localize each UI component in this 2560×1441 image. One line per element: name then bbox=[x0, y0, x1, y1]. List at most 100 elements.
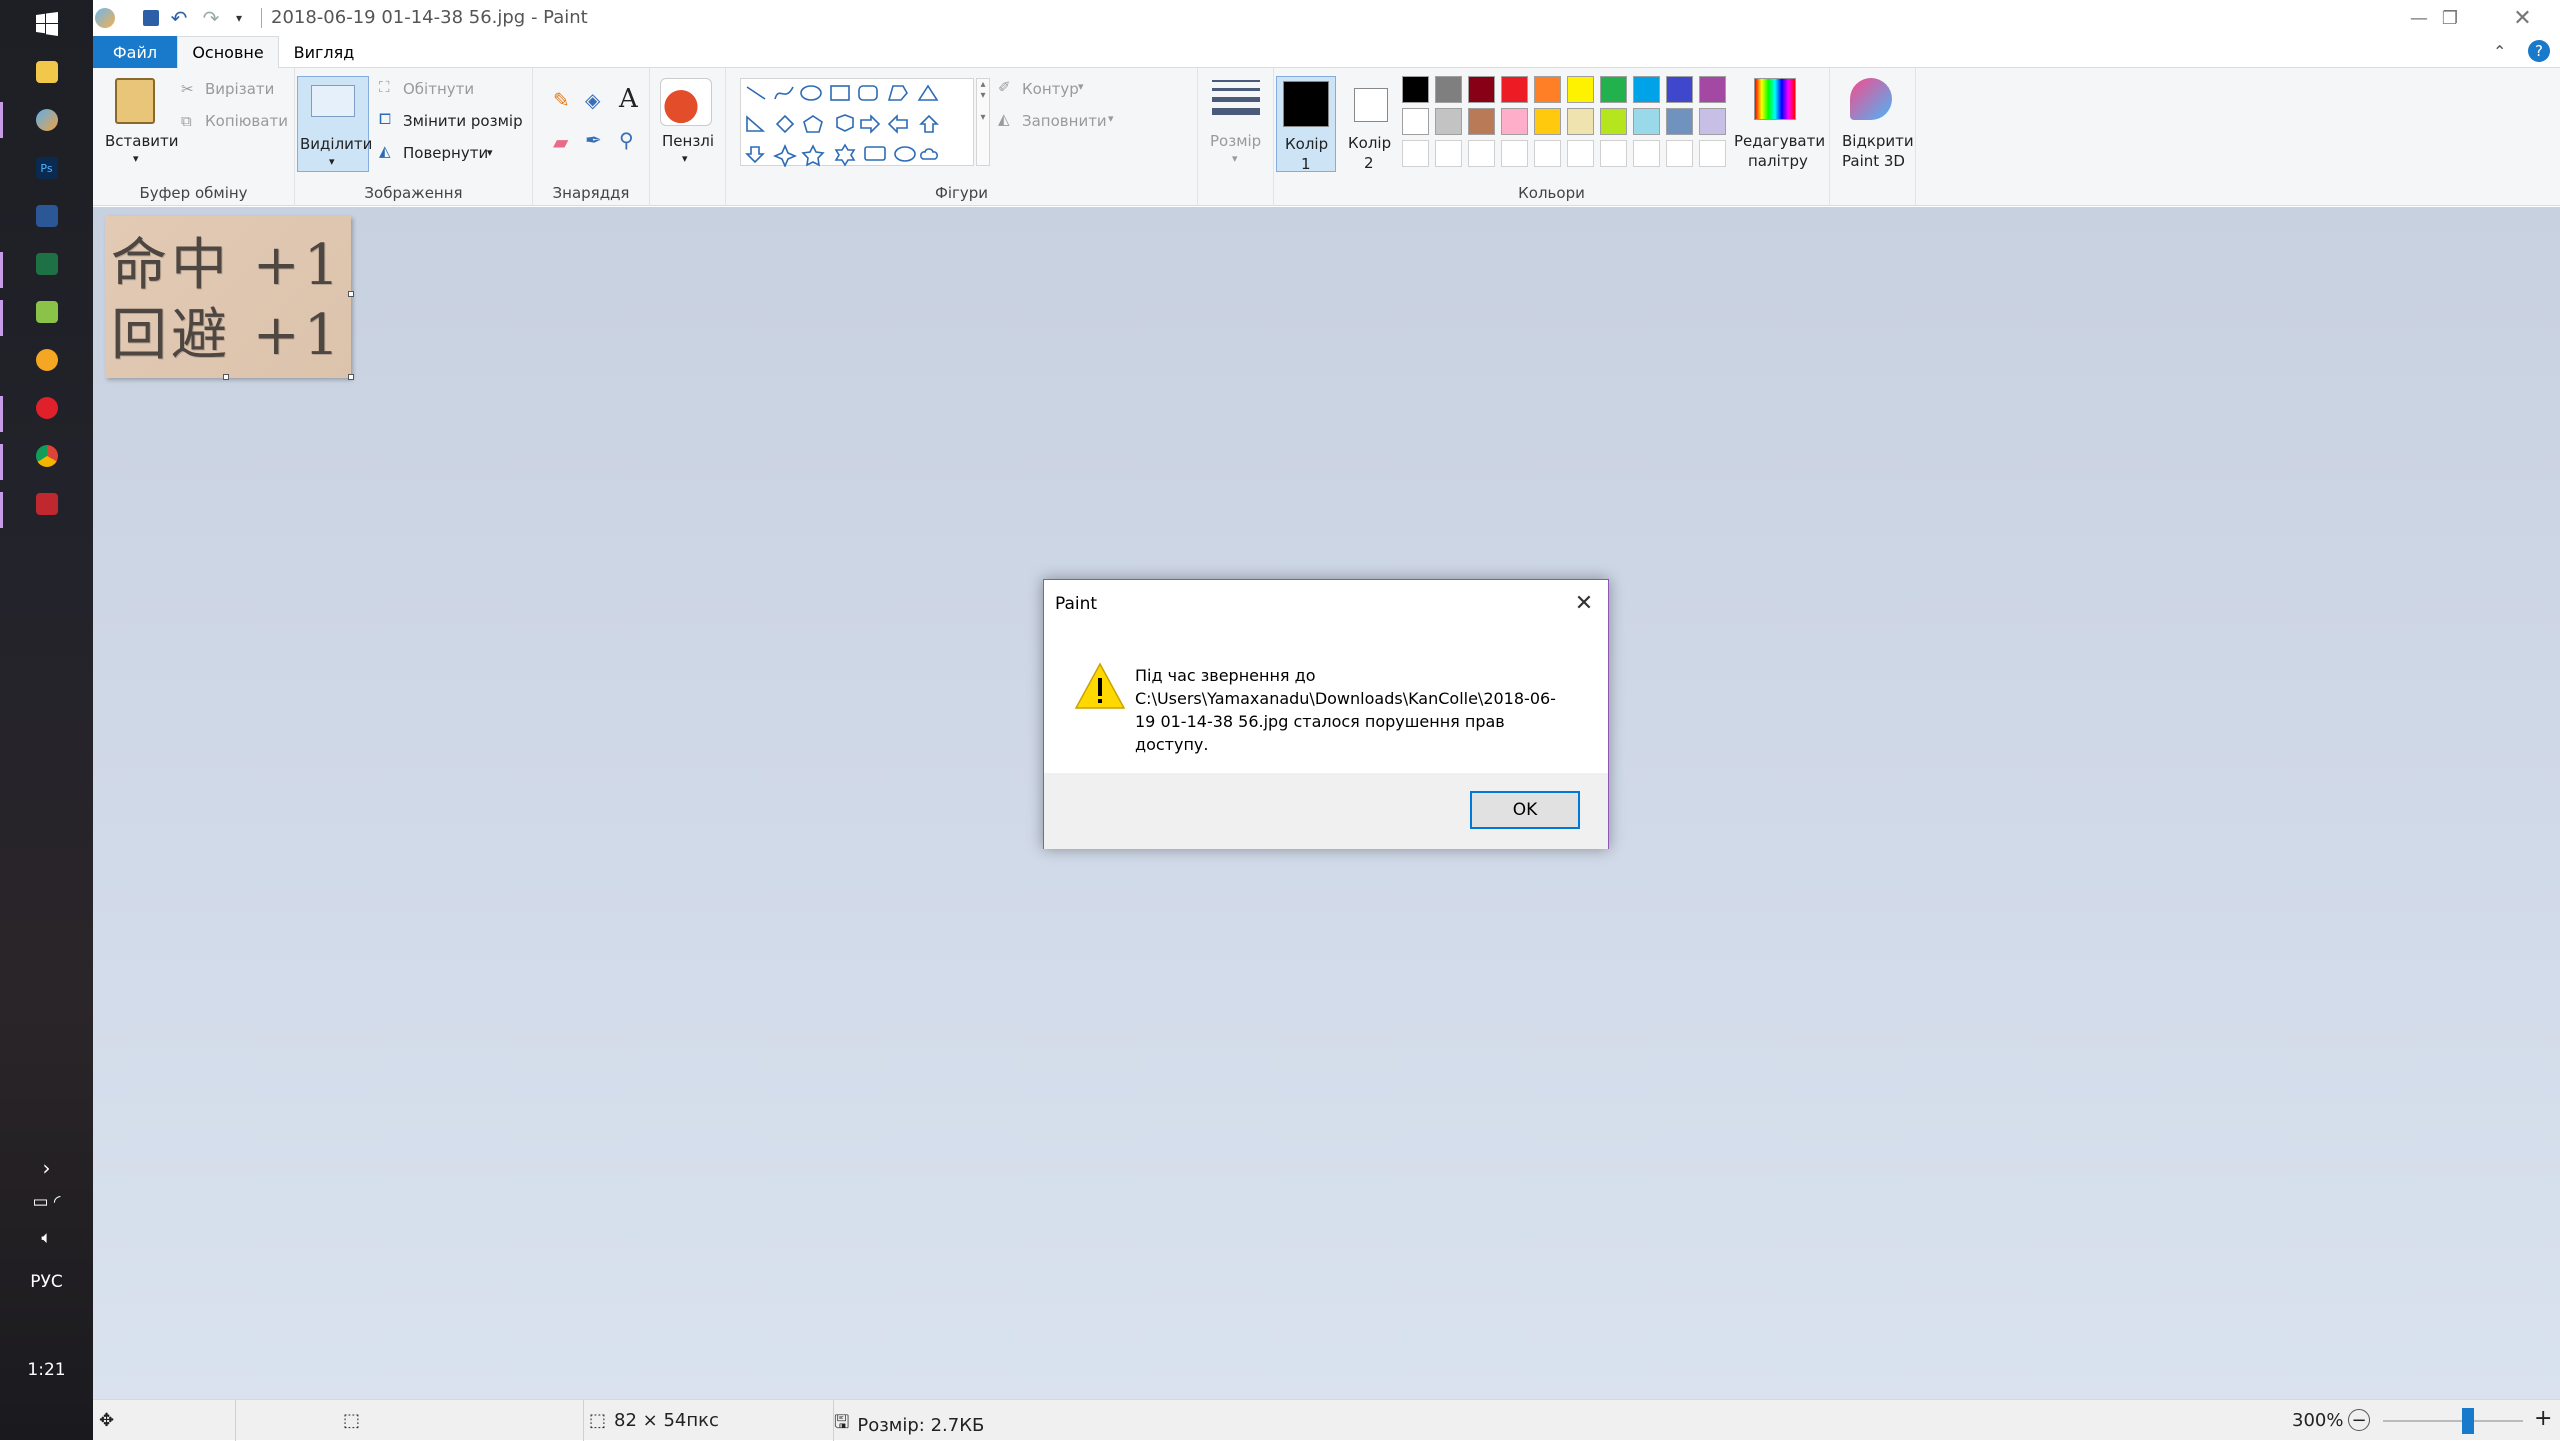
edit-colors-label-2[interactable]: палітру bbox=[1748, 152, 1808, 170]
fill-button[interactable]: Заповнити bbox=[1022, 112, 1107, 130]
zoom-slider-track[interactable] bbox=[2383, 1420, 2523, 1422]
custom-color-slot[interactable] bbox=[1666, 140, 1693, 167]
line-size-icon[interactable] bbox=[1212, 80, 1260, 115]
crop-button[interactable]: Обітнути bbox=[403, 80, 474, 98]
edit-colors-label[interactable]: Редагувати bbox=[1734, 132, 1825, 150]
custom-color-slot[interactable] bbox=[1633, 140, 1660, 167]
paste-dropdown-icon[interactable]: ▾ bbox=[133, 152, 139, 165]
paint3d-icon[interactable] bbox=[1850, 78, 1892, 120]
app-red-icon[interactable] bbox=[0, 480, 93, 528]
restore-button[interactable]: ❐ bbox=[2415, 0, 2485, 36]
color-swatch[interactable] bbox=[1633, 76, 1660, 103]
outline-dropdown-icon[interactable]: ▾ bbox=[1078, 80, 1084, 93]
color2-button[interactable]: Колір 2 bbox=[1340, 76, 1400, 172]
color-swatch[interactable] bbox=[1699, 108, 1726, 135]
custom-color-slot[interactable] bbox=[1501, 140, 1528, 167]
color-swatch[interactable] bbox=[1567, 76, 1594, 103]
size-dropdown-icon[interactable]: ▾ bbox=[1232, 152, 1238, 165]
zoom-slider-thumb[interactable] bbox=[2462, 1408, 2474, 1434]
color-swatch[interactable] bbox=[1468, 76, 1495, 103]
notepad-icon[interactable] bbox=[0, 288, 93, 336]
save-icon[interactable] bbox=[139, 6, 163, 30]
color-swatch[interactable] bbox=[1699, 76, 1726, 103]
color-swatch[interactable] bbox=[1666, 76, 1693, 103]
fill-dropdown-icon[interactable]: ▾ bbox=[1108, 112, 1114, 125]
file-explorer-icon[interactable] bbox=[0, 48, 93, 96]
redo-icon[interactable]: ↷ bbox=[199, 6, 223, 30]
customize-qat-icon[interactable]: ▾ bbox=[227, 6, 251, 30]
undo-icon[interactable]: ↶ bbox=[167, 6, 191, 30]
shapes-scroll[interactable]: ▴ ▾ ▾ bbox=[976, 78, 990, 166]
opera-icon[interactable] bbox=[0, 384, 93, 432]
volume-icon[interactable]: 🔈︎ bbox=[0, 1228, 93, 1248]
custom-color-slot[interactable] bbox=[1435, 140, 1462, 167]
clock[interactable]: 1:21 bbox=[0, 1360, 93, 1380]
color-swatch[interactable] bbox=[1501, 108, 1528, 135]
zoom-out-button[interactable]: − bbox=[2348, 1409, 2370, 1431]
magnifier-icon[interactable]: ⚲ bbox=[619, 128, 634, 152]
color-swatch[interactable] bbox=[1567, 108, 1594, 135]
word-icon[interactable] bbox=[0, 192, 93, 240]
color-picker-icon[interactable]: ✒ bbox=[585, 128, 602, 152]
resize-button[interactable]: Змінити розмір bbox=[403, 112, 523, 130]
brush-icon[interactable] bbox=[660, 78, 712, 126]
text-tool-icon[interactable]: A bbox=[619, 84, 638, 114]
eraser-icon[interactable]: ▰ bbox=[553, 130, 568, 154]
color-swatch[interactable] bbox=[1402, 108, 1429, 135]
battery-icon[interactable]: ▭ ◜ bbox=[0, 1192, 93, 1212]
ok-button[interactable]: OK bbox=[1470, 791, 1580, 829]
color-swatch[interactable] bbox=[1534, 108, 1561, 135]
color-swatch[interactable] bbox=[1600, 108, 1627, 135]
size-button[interactable]: Розмір bbox=[1210, 132, 1261, 150]
aimp-icon[interactable] bbox=[0, 336, 93, 384]
paint-app-icon[interactable] bbox=[93, 6, 117, 30]
color-swatch[interactable] bbox=[1534, 76, 1561, 103]
language-indicator[interactable]: РУС bbox=[0, 1272, 93, 1292]
rotate-dropdown-icon[interactable]: ▾ bbox=[487, 146, 493, 159]
custom-color-slot[interactable] bbox=[1600, 140, 1627, 167]
edit-colors-icon[interactable] bbox=[1754, 78, 1796, 120]
tab-file[interactable]: Файл bbox=[93, 36, 177, 68]
cut-button[interactable]: Вирізати bbox=[205, 80, 274, 98]
resize-handle-right[interactable] bbox=[348, 291, 354, 297]
zoom-in-button[interactable]: + bbox=[2534, 1406, 2552, 1431]
color-swatch[interactable] bbox=[1402, 76, 1429, 103]
color1-button[interactable]: Колір 1 bbox=[1276, 76, 1336, 173]
outline-button[interactable]: Контур bbox=[1022, 80, 1079, 98]
excel-icon[interactable] bbox=[0, 240, 93, 288]
collapse-ribbon-icon[interactable]: ⌃ bbox=[2493, 42, 2506, 61]
custom-color-slot[interactable] bbox=[1402, 140, 1429, 167]
open-paint3d-label[interactable]: Відкрити bbox=[1842, 132, 1914, 150]
brushes-dropdown-icon[interactable]: ▾ bbox=[682, 152, 688, 165]
color-swatch[interactable] bbox=[1501, 76, 1528, 103]
color-swatch[interactable] bbox=[1468, 108, 1495, 135]
resize-handle-corner[interactable] bbox=[348, 374, 354, 380]
color-swatch[interactable] bbox=[1633, 108, 1660, 135]
color-swatch[interactable] bbox=[1435, 76, 1462, 103]
custom-color-slot[interactable] bbox=[1699, 140, 1726, 167]
chrome-icon[interactable] bbox=[0, 432, 93, 480]
tab-view[interactable]: Вигляд bbox=[279, 36, 369, 68]
close-button[interactable]: ✕ bbox=[2485, 0, 2560, 36]
help-icon[interactable]: ? bbox=[2528, 40, 2550, 62]
open-paint3d-label-2[interactable]: Paint 3D bbox=[1842, 152, 1905, 170]
photoshop-icon[interactable]: Ps bbox=[0, 144, 93, 192]
custom-color-slot[interactable] bbox=[1468, 140, 1495, 167]
dialog-close-button[interactable]: ✕ bbox=[1570, 589, 1598, 617]
pencil-icon[interactable]: ✎ bbox=[553, 88, 570, 112]
resize-handle-bottom[interactable] bbox=[223, 374, 229, 380]
canvas-image[interactable]: 命中 +1 回避 +1 bbox=[105, 216, 351, 378]
paste-icon[interactable] bbox=[115, 78, 155, 124]
color-swatch[interactable] bbox=[1666, 108, 1693, 135]
color-swatch[interactable] bbox=[1435, 108, 1462, 135]
custom-color-slot[interactable] bbox=[1567, 140, 1594, 167]
start-button[interactable] bbox=[0, 0, 93, 48]
shapes-gallery[interactable] bbox=[740, 78, 974, 169]
color-swatch[interactable] bbox=[1600, 76, 1627, 103]
tab-home[interactable]: Основне bbox=[177, 36, 279, 69]
paint-taskbar-icon[interactable] bbox=[0, 96, 93, 144]
select-button[interactable]: Виділити ▾ bbox=[297, 76, 372, 172]
brushes-button[interactable]: Пензлі bbox=[662, 132, 714, 150]
copy-button[interactable]: Копіювати bbox=[205, 112, 288, 130]
paste-button[interactable]: Вставити bbox=[105, 132, 179, 150]
